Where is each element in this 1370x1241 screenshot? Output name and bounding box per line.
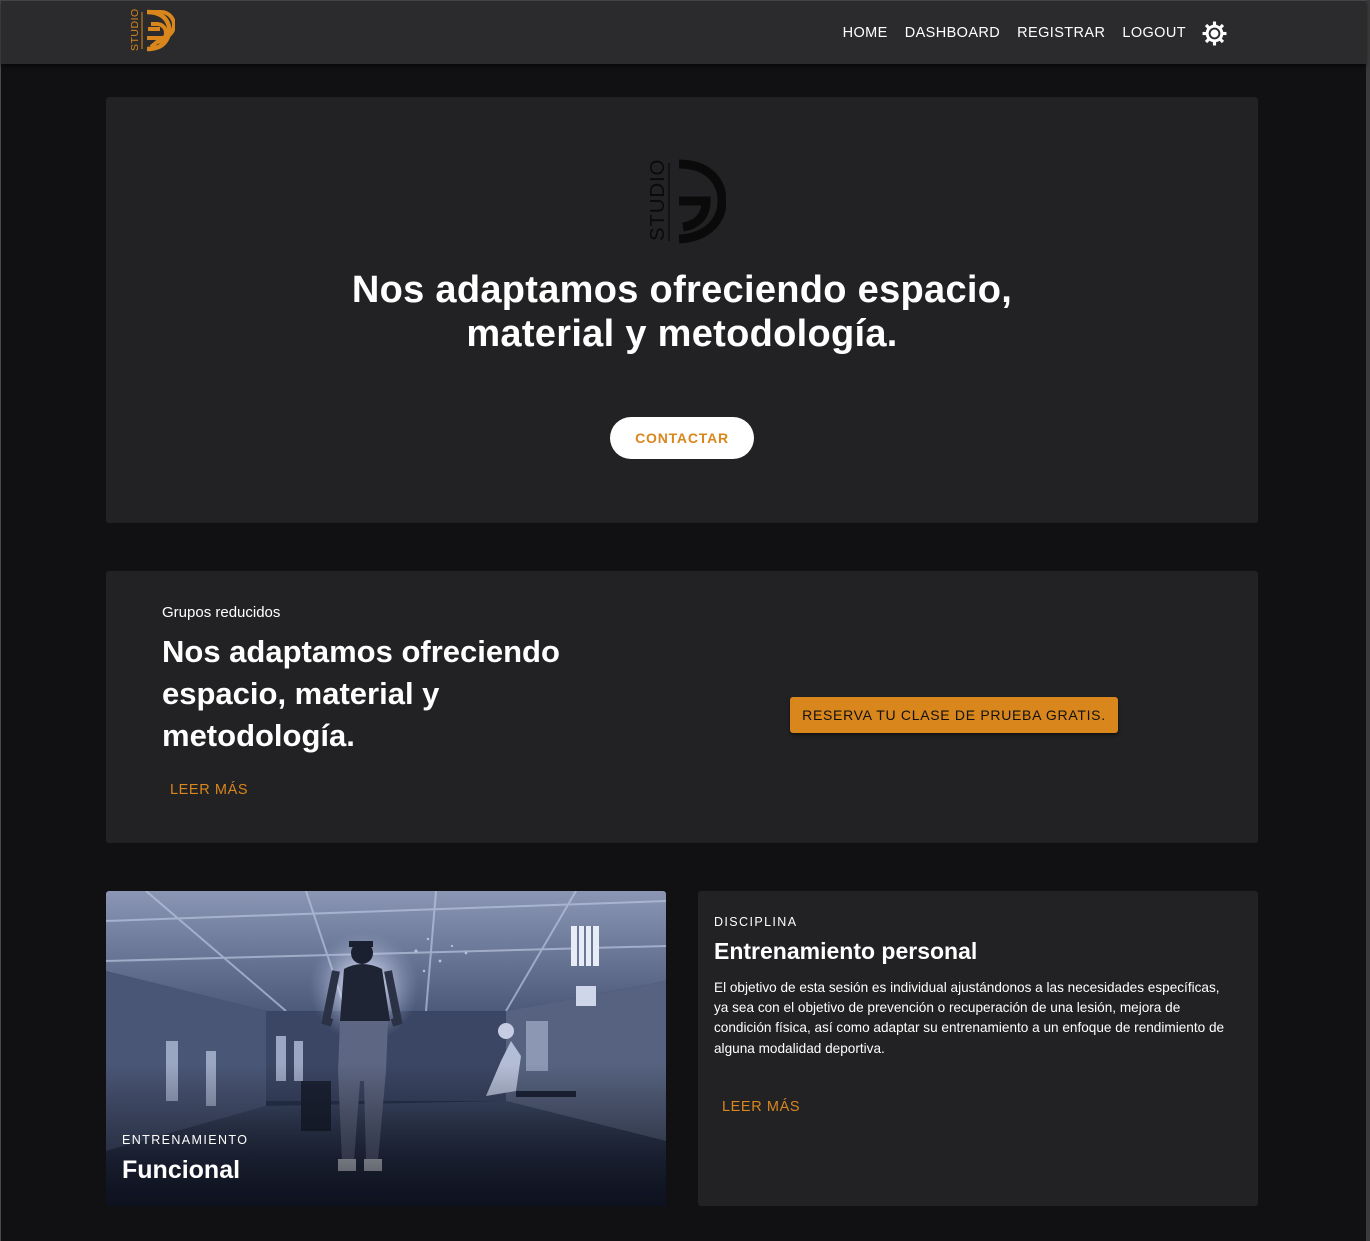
navbar: STUDIO HOME DASHBOARD REGISTRAR LOGOUT — [1, 1, 1366, 64]
personal-card-description: El objetivo de esta sesión es individual… — [714, 980, 1225, 1056]
nav-links: HOME DASHBOARD REGISTRAR LOGOUT — [843, 1, 1186, 64]
svg-text:STUDIO: STUDIO — [646, 159, 669, 241]
nav-home-link[interactable]: HOME — [843, 25, 888, 41]
scrollbar-track[interactable] — [1366, 0, 1370, 1241]
personal-card-title: Entrenamiento personal — [714, 938, 978, 964]
svg-text:STUDIO: STUDIO — [129, 8, 141, 51]
studio-logo[interactable]: STUDIO — [127, 7, 176, 53]
sun-icon[interactable] — [1202, 21, 1227, 46]
reserve-trial-button[interactable]: RESERVA TU CLASE DE PRUEBA GRATIS. — [790, 697, 1118, 733]
hero-title-line-2: material y metodología. — [466, 313, 898, 355]
training-card-title: Funcional — [122, 1156, 241, 1184]
training-card-overline: ENTRENAMIENTO — [122, 1133, 249, 1147]
nav-logout-link[interactable]: LOGOUT — [1122, 25, 1186, 41]
hero-title-line-1: Nos adaptamos ofreciendo espacio, — [351, 269, 1013, 311]
groups-overline: Grupos reducidos — [162, 604, 281, 621]
groups-read-more-link[interactable]: LEER MÁS — [170, 782, 248, 798]
hero-title: Nos adaptamos ofreciendo espacio, materi… — [106, 268, 1258, 356]
hero-studio-logo: STUDIO — [636, 155, 727, 245]
personal-card-overline: DISCIPLINA — [714, 915, 798, 929]
groups-title: Nos adaptamos ofreciendo espacio, materi… — [162, 634, 560, 753]
nav-dashboard-link[interactable]: DASHBOARD — [905, 25, 1000, 41]
nav-registrar-link[interactable]: REGISTRAR — [1017, 25, 1105, 41]
personal-read-more-link[interactable]: LEER MÁS — [722, 1099, 800, 1115]
contact-button[interactable]: CONTACTAR — [610, 417, 754, 459]
